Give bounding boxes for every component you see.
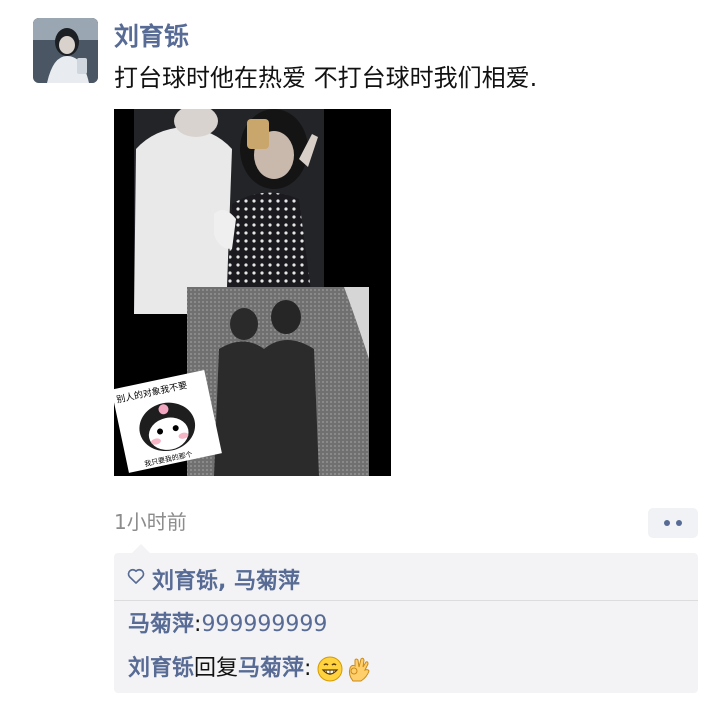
likes-names[interactable]: 刘育铄, 马菊萍 (152, 563, 300, 595)
author-name[interactable]: 刘育铄 (114, 20, 189, 54)
post-timestamp: 1小时前 (114, 510, 187, 534)
comment-item[interactable]: 马菊萍 : 999999999 (128, 609, 327, 641)
reply-to-name[interactable]: 马菊萍 (238, 653, 304, 685)
panel-arrow (132, 544, 150, 553)
reply-word: 回复 (194, 656, 239, 681)
dot-icon (664, 520, 670, 526)
divider (114, 600, 698, 601)
likes-row: 刘育铄, 马菊萍 (126, 563, 300, 595)
comment-author[interactable]: 马菊萍 (128, 609, 194, 641)
comment-separator: : (194, 612, 202, 637)
more-actions-button[interactable] (648, 508, 698, 538)
author-avatar[interactable] (33, 18, 98, 83)
comment-item[interactable]: 刘育铄 回复 马菊萍 : (128, 653, 373, 685)
heart-icon (126, 566, 146, 592)
post-text: 打台球时他在热爱 不打台球时我们相爱. (114, 64, 538, 92)
ok-hand-emoji-icon (345, 655, 373, 683)
comment-text: 999999999 (201, 612, 328, 637)
comment-separator: : (304, 656, 312, 681)
comment-author[interactable]: 刘育铄 (128, 653, 194, 685)
grin-emoji-icon (317, 656, 343, 682)
likes-comments-panel: 刘育铄, 马菊萍 马菊萍 : 999999999 刘育铄 回复 马菊萍 : (114, 544, 698, 693)
dot-icon (676, 520, 682, 526)
post-photo[interactable]: 别人的对象我不要 我只要我的那个 (114, 109, 391, 476)
